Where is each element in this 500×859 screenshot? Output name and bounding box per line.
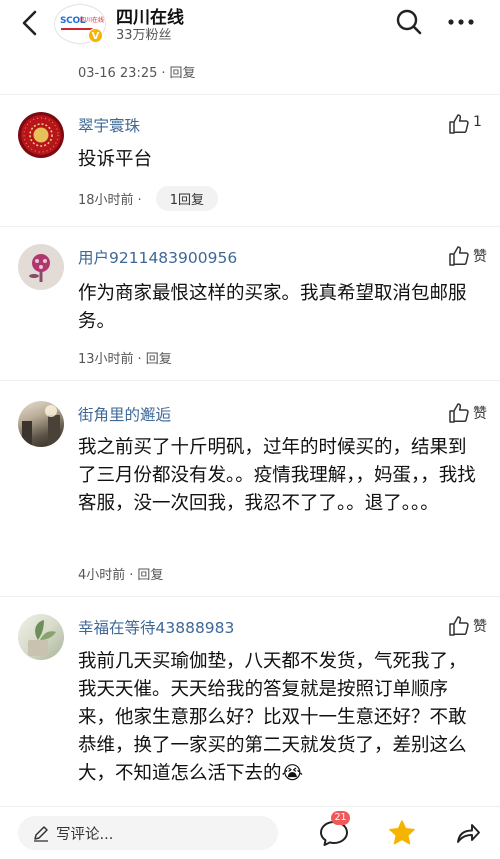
like-button[interactable]: 1 (447, 112, 493, 136)
user-avatar[interactable] (18, 244, 64, 290)
comment-meta: 03-16 23:25 · 回复 (78, 66, 196, 81)
comment-meta: 4小时前 · 回复 (78, 568, 164, 583)
comment-count-badge: 21 (331, 811, 350, 825)
thumbs-up-icon (449, 403, 469, 423)
avatar-street-icon (22, 405, 60, 447)
verified-badge-icon: V (88, 28, 103, 43)
back-arrow-icon[interactable] (16, 8, 46, 38)
comment-time: 4小时前 (78, 568, 126, 583)
avatar-pattern-icon (23, 117, 59, 153)
reply-link[interactable]: 回复 (137, 568, 163, 583)
more-options-icon[interactable] (446, 10, 476, 34)
favorite-star-icon[interactable] (388, 819, 416, 847)
comment-username[interactable]: 幸福在等待43888983 (78, 616, 234, 638)
divider (0, 94, 500, 95)
avatar-plant-icon (28, 620, 56, 656)
reply-count-button[interactable]: 1回复 (155, 186, 218, 211)
comment-text: 我之前买了十斤明矾，过年的时候买的，结果到了三月份都没有发。。疫情我理解，，妈蛋… (78, 437, 476, 514)
comment-username[interactable]: 街角里的邂逅 (78, 403, 171, 425)
divider (0, 226, 500, 227)
thumbs-up-icon (449, 246, 469, 266)
pen-icon (34, 826, 48, 842)
comment-time: 03-16 23:25 (78, 66, 158, 81)
fan-count: 33万粉丝 (116, 28, 172, 43)
bottom-action-bar: 写评论... 21 (0, 806, 500, 859)
comment-meta: 13小时前 · 回复 (78, 352, 172, 367)
like-label: 赞 (473, 619, 487, 635)
user-avatar[interactable] (18, 401, 64, 447)
like-button[interactable]: 赞 (447, 614, 493, 638)
comment-username[interactable]: 翠宇寰珠 (78, 114, 140, 136)
comment-text: 投诉平台 (78, 149, 153, 170)
comment-username[interactable]: 用户9211483900956 (78, 246, 237, 268)
share-arrow-icon[interactable] (455, 821, 481, 845)
thumbs-up-icon (449, 616, 469, 636)
divider (0, 380, 500, 381)
like-label: 赞 (473, 249, 487, 265)
comment-meta: 18小时前 · 1回复 (78, 186, 218, 211)
comment-text: 作为商家最恨这样的买家。我真希望取消包邮服务。 (78, 283, 467, 332)
comment-text: 我前几天买瑜伽垫，八天都不发货，气死我了，我天天催。天天给我的答复就是按照订单顺… (78, 651, 467, 784)
comment-input-placeholder: 写评论... (56, 827, 114, 843)
comment-time: 18小时前 (78, 193, 134, 208)
logo-subtext: 四川在线 (80, 17, 105, 24)
reply-link[interactable]: 回复 (170, 66, 196, 81)
divider (0, 596, 500, 597)
search-icon[interactable] (395, 8, 423, 36)
user-avatar[interactable] (18, 614, 64, 660)
comment-input[interactable]: 写评论... (18, 816, 278, 850)
like-label: 赞 (473, 406, 487, 422)
like-count: 1 (473, 114, 482, 130)
like-button[interactable]: 赞 (447, 401, 493, 425)
comment-time: 13小时前 (78, 352, 134, 367)
like-button[interactable]: 赞 (447, 244, 493, 268)
user-avatar[interactable] (18, 112, 64, 158)
avatar-flower-icon (29, 254, 50, 282)
thumbs-up-icon (449, 114, 469, 134)
reply-link[interactable]: 回复 (146, 352, 172, 367)
app-header: SCOL 四川在线 V 四川在线 33万粉丝 (0, 0, 500, 48)
